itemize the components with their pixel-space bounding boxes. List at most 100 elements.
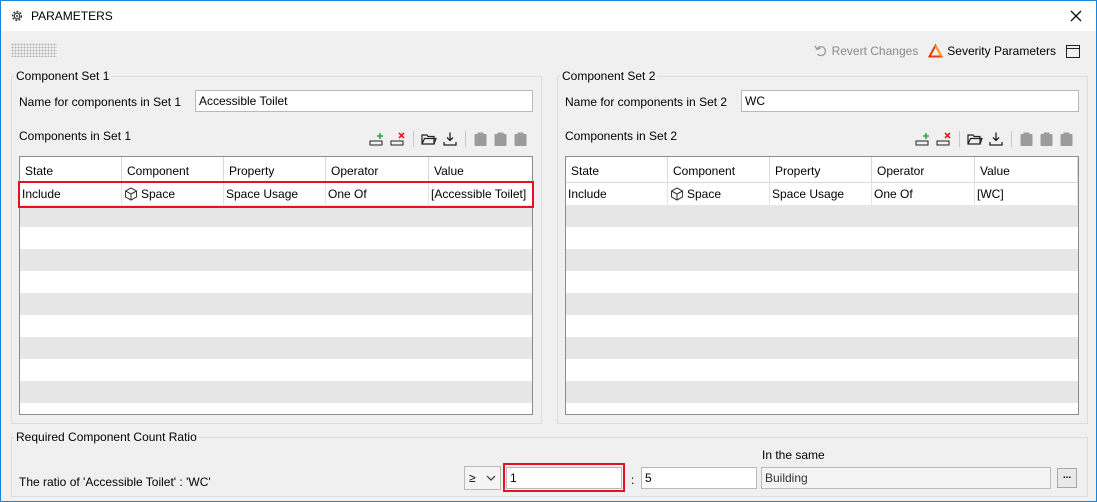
add-row-icon[interactable] (369, 131, 385, 147)
set2-components-label: Components in Set 2 (565, 129, 678, 143)
cell-component-text: Space (687, 187, 722, 201)
close-button[interactable] (1056, 1, 1096, 31)
cube-icon (671, 187, 683, 201)
severity-parameters-button[interactable]: Severity Parameters (928, 44, 1056, 58)
cell-operator[interactable]: One Of (872, 183, 975, 205)
empty-row (566, 249, 1078, 271)
set2-components-grid: State Component Property Operator Value … (565, 156, 1079, 415)
clipboard-icon[interactable] (513, 131, 528, 147)
panel-toggle-button[interactable] (1066, 44, 1080, 58)
empty-row (20, 315, 532, 337)
column-header-operator[interactable]: Operator (872, 157, 975, 183)
save-download-icon[interactable] (442, 131, 458, 147)
clipboard-icon[interactable] (473, 131, 488, 147)
empty-row (20, 293, 532, 315)
set1-grid-toolbar (369, 129, 528, 149)
warning-triangle-icon (928, 44, 944, 58)
set1-components-grid: State Component Property Operator Value … (19, 156, 533, 415)
component-set-1-title: Component Set 1 (14, 69, 112, 83)
cube-icon (125, 187, 137, 201)
column-header-property[interactable]: Property (770, 157, 872, 183)
grid-header: State Component Property Operator Value (20, 157, 532, 183)
empty-row (20, 337, 532, 359)
cell-state[interactable]: Include (566, 183, 668, 205)
window-title: PARAMETERS (31, 9, 113, 23)
scope-field: Building (761, 467, 1051, 489)
ratio-separator: : (631, 473, 635, 487)
ratio-label: The ratio of 'Accessible Toilet' : 'WC' (19, 475, 211, 489)
set2-name-input[interactable]: WC (741, 90, 1079, 112)
empty-row (566, 337, 1078, 359)
clipboard-icon[interactable] (1019, 131, 1034, 147)
ratio-operator-value: ≥ (469, 471, 476, 485)
clipboard-icon[interactable] (1039, 131, 1054, 147)
set1-name-input[interactable]: Accessible Toilet (195, 90, 533, 112)
empty-row (566, 359, 1078, 381)
revert-changes-label: Revert Changes (831, 44, 919, 58)
empty-row (20, 249, 532, 271)
toolbar-separator (959, 131, 960, 147)
ratio-right-input[interactable]: 5 (641, 467, 757, 489)
cell-value[interactable]: [Accessible Toilet] (429, 183, 532, 205)
column-header-component[interactable]: Component (668, 157, 770, 183)
cell-component[interactable]: Space (668, 183, 770, 205)
clipboard-icon[interactable] (493, 131, 508, 147)
empty-row (566, 315, 1078, 337)
component-set-2-title: Component Set 2 (560, 69, 658, 83)
toolbar-separator (413, 131, 414, 147)
column-header-value[interactable]: Value (975, 157, 1078, 183)
cell-property[interactable]: Space Usage (224, 183, 326, 205)
parameters-window: PARAMETERS Revert Changes Severity Param… (0, 0, 1097, 502)
drag-handle[interactable] (11, 43, 57, 57)
set1-components-label: Components in Set 1 (19, 129, 132, 143)
cell-property[interactable]: Space Usage (770, 183, 872, 205)
title-bar: PARAMETERS (1, 1, 1096, 31)
empty-row (566, 381, 1078, 403)
toolbar-separator (1011, 131, 1012, 147)
column-header-state[interactable]: State (20, 157, 122, 183)
open-folder-icon[interactable] (967, 131, 983, 147)
open-folder-icon[interactable] (421, 131, 437, 147)
toolbar-separator (465, 131, 466, 147)
gear-icon (11, 10, 23, 22)
toolbar: Revert Changes Severity Parameters (814, 41, 1080, 61)
severity-parameters-label: Severity Parameters (947, 44, 1056, 58)
empty-row (20, 381, 532, 403)
revert-changes-button[interactable]: Revert Changes (814, 44, 919, 58)
close-icon (1070, 10, 1082, 22)
ratio-left-input[interactable]: 1 (506, 467, 622, 489)
remove-row-icon[interactable] (936, 131, 952, 147)
chevron-down-icon (486, 475, 496, 481)
ratio-group-title: Required Component Count Ratio (14, 430, 199, 444)
empty-row (566, 227, 1078, 249)
empty-row (20, 359, 532, 381)
grid-header: State Component Property Operator Value (566, 157, 1078, 183)
in-the-same-label: In the same (762, 448, 825, 462)
table-row[interactable]: Include Space Space Usage One Of [WC] (566, 183, 1078, 205)
ellipsis-label: ... (1062, 470, 1072, 481)
column-header-operator[interactable]: Operator (326, 157, 429, 183)
empty-row (566, 205, 1078, 227)
add-row-icon[interactable] (915, 131, 931, 147)
remove-row-icon[interactable] (390, 131, 406, 147)
ratio-operator-select[interactable]: ≥ (464, 466, 501, 490)
cell-value[interactable]: [WC] (975, 183, 1078, 205)
cell-operator[interactable]: One Of (326, 183, 429, 205)
empty-row (566, 271, 1078, 293)
column-header-value[interactable]: Value (429, 157, 532, 183)
empty-row (20, 227, 532, 249)
undo-icon (814, 45, 826, 57)
cell-component[interactable]: Space (122, 183, 224, 205)
table-row[interactable]: Include Space Space Usage One Of [Access… (20, 183, 532, 205)
column-header-state[interactable]: State (566, 157, 668, 183)
set2-grid-toolbar (915, 129, 1074, 149)
save-download-icon[interactable] (988, 131, 1004, 147)
empty-row (20, 205, 532, 227)
browse-scope-button[interactable]: ... (1057, 468, 1077, 488)
column-header-component[interactable]: Component (122, 157, 224, 183)
column-header-property[interactable]: Property (224, 157, 326, 183)
cell-state[interactable]: Include (20, 183, 122, 205)
cell-component-text: Space (141, 187, 176, 201)
clipboard-icon[interactable] (1059, 131, 1074, 147)
panel-icon (1066, 44, 1080, 58)
